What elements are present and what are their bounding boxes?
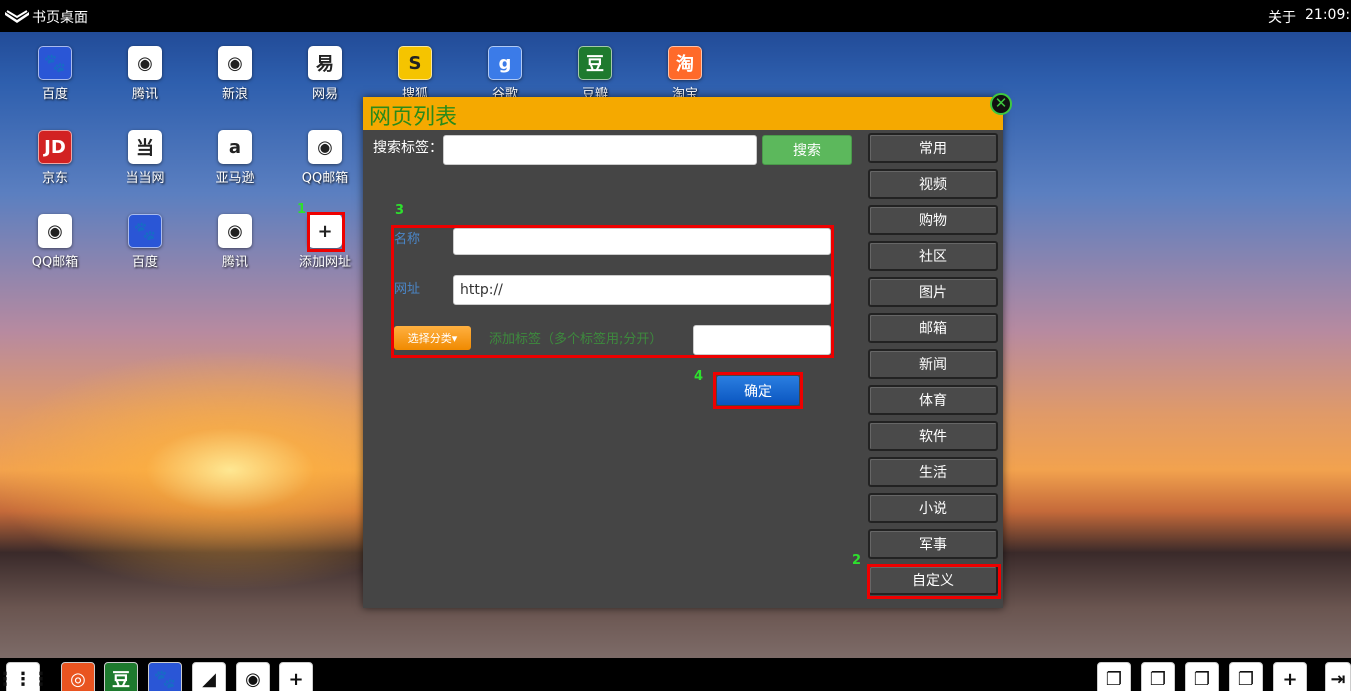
category-item-3[interactable]: 社区 bbox=[868, 241, 998, 271]
desktop-icon-label: 亚马逊 bbox=[215, 171, 255, 186]
name-label: 名称 bbox=[394, 232, 421, 247]
clock: 21:09:2 bbox=[1305, 7, 1351, 23]
url-input[interactable]: http:// bbox=[453, 275, 831, 305]
category-item-6[interactable]: 新闻 bbox=[868, 349, 998, 379]
desktop-icon-qqmail[interactable]: ◉ QQ邮箱 bbox=[20, 214, 90, 270]
search-label: 搜索标签： bbox=[373, 140, 443, 156]
ubuntu-icon[interactable]: ◎ bbox=[61, 662, 95, 691]
qqmail-icon: ◉ bbox=[308, 130, 342, 164]
category-item-9[interactable]: 生活 bbox=[868, 457, 998, 487]
desktop-icon-label: 新浪 bbox=[221, 87, 248, 102]
apps-grid-icon[interactable]: ⋮⋮⋮ bbox=[0, 662, 50, 691]
desktop-icon-qqmail[interactable]: ◉ QQ邮箱 bbox=[290, 130, 360, 186]
select-category-button[interactable]: 选择分类▾ bbox=[394, 326, 471, 350]
category-item-11[interactable]: 军事 bbox=[868, 529, 998, 559]
amazon-icon: a bbox=[218, 130, 252, 164]
close-icon[interactable]: ✕ bbox=[990, 93, 1012, 115]
desktop-icon-label: 京东 bbox=[41, 171, 68, 186]
window-icon[interactable]: ❐ bbox=[1185, 662, 1219, 691]
desktop-icon-baidu[interactable]: 🐾 百度 bbox=[110, 214, 180, 270]
taskbar: ⋮⋮⋮ ◎ 豆 🐾 ◢ ◉ + ❐ ❐ ❐ ❐ + ⇥ bbox=[0, 658, 1351, 691]
desktop-icon-label: 添加网址 bbox=[298, 255, 351, 270]
desktop-icon-dangdang[interactable]: 当当当网 bbox=[110, 130, 180, 186]
desktop-icon-label: 腾讯 bbox=[131, 87, 158, 102]
dialog-title: 网页列表 bbox=[369, 105, 458, 130]
desktop-icon-label: QQ邮箱 bbox=[31, 255, 79, 270]
dialog-header: 网页列表 bbox=[363, 97, 1003, 130]
search-button[interactable]: 搜索 bbox=[762, 135, 852, 165]
plus-icon[interactable]: + bbox=[279, 662, 313, 691]
category-item-5[interactable]: 邮箱 bbox=[868, 313, 998, 343]
name-input[interactable] bbox=[453, 228, 831, 255]
desktop-icon-label: 网易 bbox=[311, 87, 338, 102]
annotation-1: 1 bbox=[297, 202, 307, 217]
ok-button[interactable]: 确定 bbox=[717, 376, 799, 405]
app-title: 书页桌面 bbox=[32, 10, 88, 26]
dangdang-icon: 当 bbox=[128, 130, 162, 164]
highlight-box-custom bbox=[867, 564, 1001, 599]
desktop-icon-sina[interactable]: ◉ 新浪 bbox=[200, 46, 270, 102]
desktop-icon-netease[interactable]: 易网易 bbox=[290, 46, 360, 102]
taobao-icon: 淘 bbox=[668, 46, 702, 80]
tencent-icon[interactable]: ◉ bbox=[236, 662, 270, 691]
category-item-10[interactable]: 小说 bbox=[868, 493, 998, 523]
qqmail-icon: ◉ bbox=[38, 214, 72, 248]
exit-icon[interactable]: ⇥ bbox=[1325, 662, 1351, 691]
category-item-2[interactable]: 购物 bbox=[868, 205, 998, 235]
desktop-icon-tencent[interactable]: ◉ 腾讯 bbox=[200, 214, 270, 270]
tag-input[interactable] bbox=[693, 325, 831, 355]
baidu-icon[interactable]: 🐾 bbox=[148, 662, 182, 691]
url-label: 网址 bbox=[394, 282, 421, 297]
tencent-icon: ◉ bbox=[128, 46, 162, 80]
google-icon: g bbox=[488, 46, 522, 80]
category-item-4[interactable]: 图片 bbox=[868, 277, 998, 307]
netease-icon: 易 bbox=[308, 46, 342, 80]
app-icon[interactable]: ◢ bbox=[192, 662, 226, 691]
desktop-icon-amazon[interactable]: a 亚马逊 bbox=[200, 130, 270, 186]
sohu-icon: S bbox=[398, 46, 432, 80]
desktop-icon-taobao[interactable]: 淘淘宝 bbox=[650, 46, 720, 102]
window-icon[interactable]: ❐ bbox=[1097, 662, 1131, 691]
douban-icon: 豆 bbox=[578, 46, 612, 80]
category-item-7[interactable]: 体育 bbox=[868, 385, 998, 415]
desktop-icon-label: QQ邮箱 bbox=[301, 171, 349, 186]
baidu-icon: 🐾 bbox=[128, 214, 162, 248]
search-input[interactable] bbox=[443, 135, 757, 165]
annotation-2: 2 bbox=[852, 553, 862, 568]
desktop-icon-douban[interactable]: 豆豆瓣 bbox=[560, 46, 630, 102]
sina-icon: ◉ bbox=[218, 46, 252, 80]
window-icon[interactable]: ❐ bbox=[1229, 662, 1263, 691]
desktop-icon-baidu[interactable]: 🐾 百度 bbox=[20, 46, 90, 102]
highlight-box-add-url bbox=[307, 212, 345, 252]
category-item-1[interactable]: 视频 bbox=[868, 169, 998, 199]
desktop-icon-jd[interactable]: JD 京东 bbox=[20, 130, 90, 186]
desktop-icon-label: 百度 bbox=[41, 87, 68, 102]
book-logo-icon bbox=[5, 10, 29, 23]
desktop-icon-tencent[interactable]: ◉ 腾讯 bbox=[110, 46, 180, 102]
desktop-icon-google[interactable]: g 谷歌 bbox=[470, 46, 540, 102]
annotation-4: 4 bbox=[694, 369, 704, 384]
desktop-icon-sohu[interactable]: S 搜狐 bbox=[380, 46, 450, 102]
baidu-icon: 🐾 bbox=[38, 46, 72, 80]
desktop-icon-label: 腾讯 bbox=[221, 255, 248, 270]
jd-icon: JD bbox=[38, 130, 72, 164]
window-icon[interactable]: ❐ bbox=[1141, 662, 1175, 691]
douban-icon[interactable]: 豆 bbox=[104, 662, 138, 691]
annotation-3: 3 bbox=[395, 203, 405, 218]
category-item-8[interactable]: 软件 bbox=[868, 421, 998, 451]
about-link[interactable]: 关于 bbox=[1268, 7, 1296, 27]
desktop-icon-label: 当当网 bbox=[125, 171, 165, 186]
webpage-list-dialog: 网页列表 ✕ 搜索标签： 搜索 3 名称 网址 http:// 选择分类▾ 添加… bbox=[363, 93, 1012, 608]
desktop-icon-label: 百度 bbox=[131, 255, 158, 270]
tag-hint: 添加标签（多个标签用;分开） bbox=[489, 332, 663, 347]
top-bar: 书页桌面 关于 21:09:2 bbox=[0, 0, 1351, 32]
tencent-icon: ◉ bbox=[218, 214, 252, 248]
plus-icon[interactable]: + bbox=[1273, 662, 1307, 691]
category-item-0[interactable]: 常用 bbox=[868, 133, 998, 163]
